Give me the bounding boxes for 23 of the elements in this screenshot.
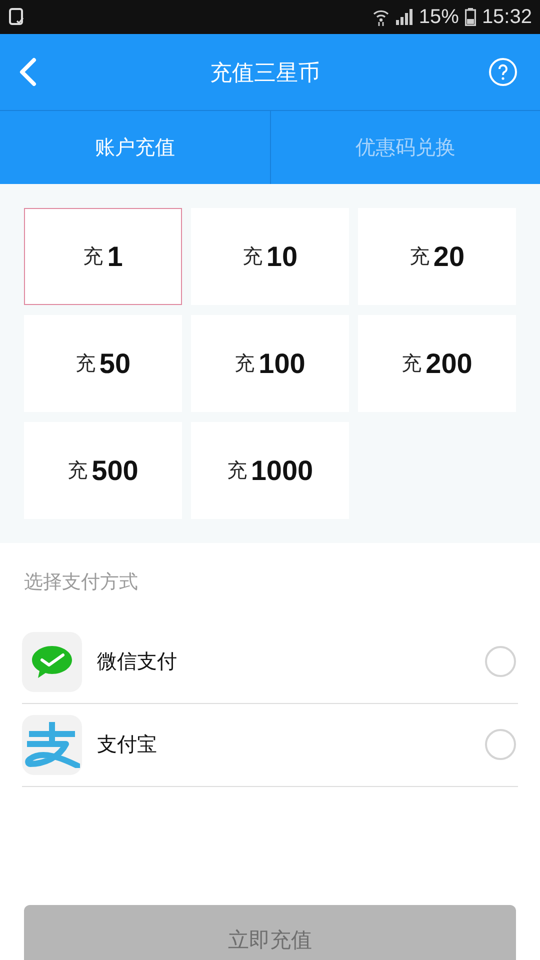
amount-option[interactable]: 充 200 [358,315,516,412]
amount-option[interactable]: 充 500 [24,422,182,519]
section-heading: 选择支付方式 [23,571,139,595]
amount-option[interactable]: 充 20 [358,208,516,305]
amount-option[interactable]: 充 1 [24,208,182,305]
amount-option[interactable]: 充 1000 [191,422,349,519]
amount-option[interactable]: 充 100 [191,315,349,412]
page-title: 充值三星币 [209,58,321,86]
battery-percentage: 15% [418,5,459,30]
help-button[interactable] [488,57,518,87]
radio-button[interactable] [485,646,516,677]
amount-option[interactable]: 充 50 [24,315,182,412]
notification-icon [8,7,26,27]
payment-label: 支付宝 [97,732,158,758]
chat-bubble-icon [30,644,74,680]
payment-logo-icon [24,722,80,768]
payment-label: 微信支付 [97,650,178,674]
clock-time: 15:32 [482,5,532,30]
wifi-icon [372,8,389,26]
amount-option[interactable]: 充 10 [191,208,349,305]
signal-icon [394,9,413,25]
battery-icon [464,8,476,26]
radio-button[interactable] [485,729,516,760]
